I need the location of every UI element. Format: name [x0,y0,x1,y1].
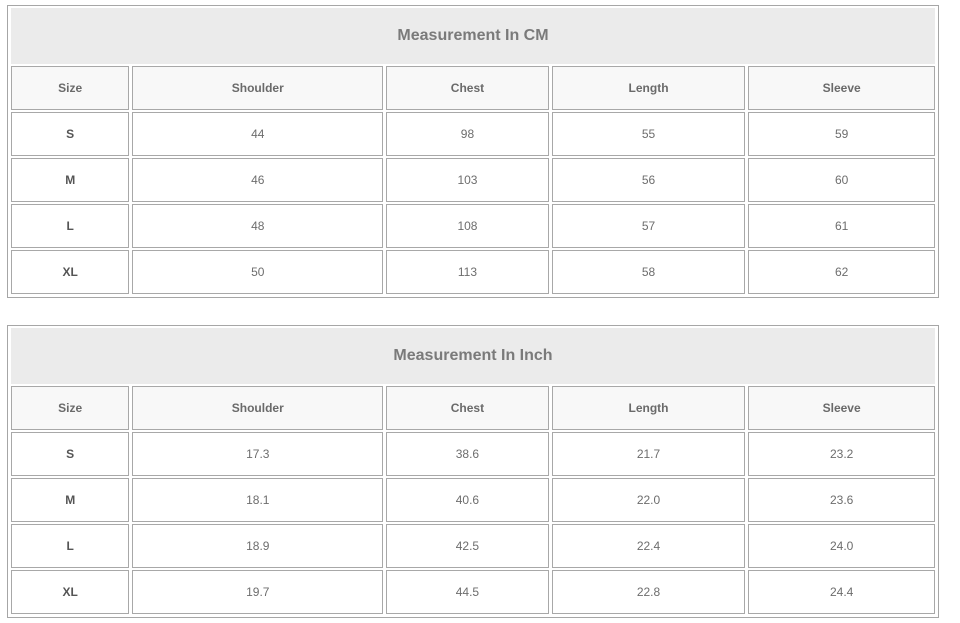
shoulder-cell: 46 [132,158,384,202]
sleeve-cell: 23.2 [748,432,935,476]
sleeve-cell: 62 [748,250,935,294]
shoulder-cell: 50 [132,250,384,294]
size-cell: M [11,158,130,202]
column-header-sleeve: Sleeve [748,386,935,430]
table-header-row: Size Shoulder Chest Length Sleeve [11,386,935,430]
table-row: L 48 108 57 61 [11,204,935,248]
shoulder-cell: 18.9 [132,524,384,568]
table-row: S 17.3 38.6 21.7 23.2 [11,432,935,476]
size-cell: L [11,524,130,568]
chest-cell: 98 [386,112,549,156]
table-title-row: Measurement In Inch [11,328,935,384]
table-row: XL 19.7 44.5 22.8 24.4 [11,570,935,614]
chest-cell: 42.5 [386,524,549,568]
length-cell: 22.8 [551,570,746,614]
table-row: M 46 103 56 60 [11,158,935,202]
sleeve-cell: 24.4 [748,570,935,614]
shoulder-cell: 19.7 [132,570,384,614]
size-chart-inch-table: Measurement In Inch Size Shoulder Chest … [7,325,939,618]
sleeve-cell: 23.6 [748,478,935,522]
column-header-size: Size [11,386,130,430]
table-row: M 18.1 40.6 22.0 23.6 [11,478,935,522]
column-header-chest: Chest [386,66,549,110]
table-row: L 18.9 42.5 22.4 24.0 [11,524,935,568]
column-header-sleeve: Sleeve [748,66,935,110]
chest-cell: 103 [386,158,549,202]
size-chart-cm-table: Measurement In CM Size Shoulder Chest Le… [7,5,939,298]
length-cell: 56 [551,158,746,202]
column-header-shoulder: Shoulder [132,386,384,430]
table-row: S 44 98 55 59 [11,112,935,156]
chest-cell: 40.6 [386,478,549,522]
length-cell: 57 [551,204,746,248]
length-cell: 55 [551,112,746,156]
size-cell: XL [11,570,130,614]
shoulder-cell: 44 [132,112,384,156]
size-cell: S [11,432,130,476]
sleeve-cell: 24.0 [748,524,935,568]
length-cell: 22.0 [551,478,746,522]
column-header-size: Size [11,66,130,110]
table-title: Measurement In Inch [11,328,935,384]
length-cell: 21.7 [551,432,746,476]
column-header-shoulder: Shoulder [132,66,384,110]
length-cell: 58 [551,250,746,294]
chest-cell: 108 [386,204,549,248]
column-header-length: Length [551,386,746,430]
size-cell: L [11,204,130,248]
sleeve-cell: 59 [748,112,935,156]
size-cell: XL [11,250,130,294]
column-header-length: Length [551,66,746,110]
sleeve-cell: 60 [748,158,935,202]
size-cell: M [11,478,130,522]
shoulder-cell: 17.3 [132,432,384,476]
size-cell: S [11,112,130,156]
chest-cell: 38.6 [386,432,549,476]
table-title: Measurement In CM [11,8,935,64]
chest-cell: 113 [386,250,549,294]
shoulder-cell: 48 [132,204,384,248]
shoulder-cell: 18.1 [132,478,384,522]
sleeve-cell: 61 [748,204,935,248]
table-title-row: Measurement In CM [11,8,935,64]
chest-cell: 44.5 [386,570,549,614]
column-header-chest: Chest [386,386,549,430]
table-row: XL 50 113 58 62 [11,250,935,294]
length-cell: 22.4 [551,524,746,568]
table-header-row: Size Shoulder Chest Length Sleeve [11,66,935,110]
